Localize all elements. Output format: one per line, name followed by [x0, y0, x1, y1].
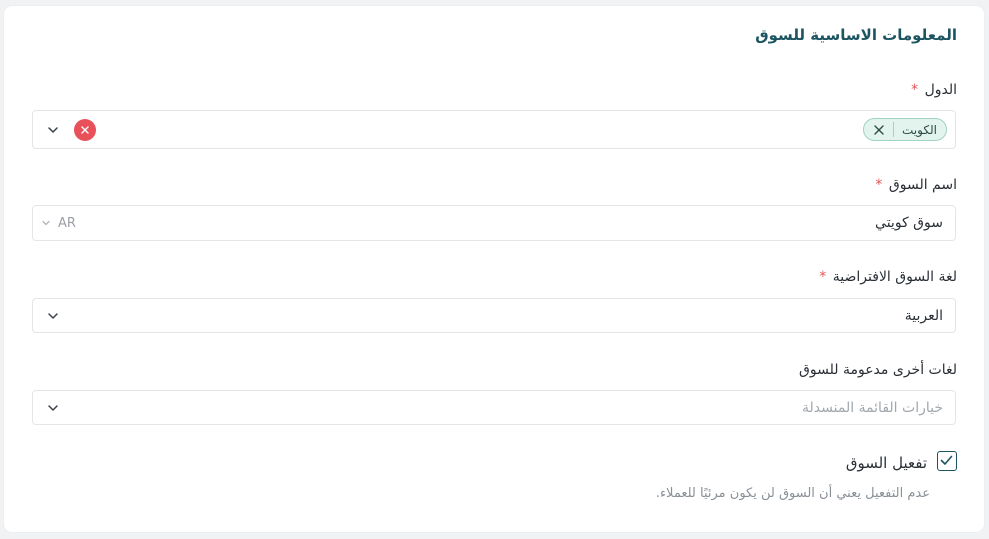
market-basic-info-card: المعلومات الاساسية للسوق الدول * الكويت … — [4, 6, 984, 532]
close-icon[interactable] — [873, 124, 885, 136]
language-code: AR — [58, 215, 76, 231]
market-name-value[interactable]: سوق كويتي — [875, 215, 943, 231]
activate-market-helper: عدم التفعيل يعني أن السوق لن يكون مرئيًا… — [655, 486, 930, 501]
countries-multiselect[interactable]: الكويت — [32, 110, 956, 149]
market-name-label-text: اسم السوق — [888, 177, 957, 193]
other-languages-label: لغات أخرى مدعومة للسوق — [799, 362, 957, 378]
chevron-down-icon[interactable] — [47, 310, 59, 322]
market-name-label: اسم السوق * — [875, 177, 957, 193]
market-name-input[interactable]: سوق كويتي AR — [32, 205, 956, 241]
check-icon — [940, 455, 953, 465]
required-mark: * — [875, 177, 883, 193]
chevron-down-icon[interactable] — [47, 124, 59, 136]
default-language-label: لغة السوق الافتراضية * — [819, 269, 957, 285]
default-language-select[interactable]: العربية — [32, 298, 956, 333]
default-language-label-text: لغة السوق الافتراضية — [832, 269, 957, 285]
countries-label: الدول * — [911, 82, 957, 98]
language-code-selector[interactable]: AR — [41, 206, 76, 240]
other-languages-select[interactable]: خيارات القائمة المنسدلة — [32, 390, 956, 425]
chevron-down-icon[interactable] — [47, 402, 59, 414]
activate-market-checkbox[interactable] — [937, 451, 957, 471]
tag-divider — [893, 122, 895, 137]
section-title: المعلومات الاساسية للسوق — [755, 26, 957, 44]
clear-selection-button[interactable] — [74, 119, 96, 141]
other-languages-placeholder: خيارات القائمة المنسدلة — [802, 399, 943, 416]
required-mark: * — [911, 82, 919, 98]
default-language-value: العربية — [904, 307, 943, 324]
country-tag-label: الكويت — [902, 122, 937, 137]
countries-label-text: الدول — [924, 82, 957, 98]
activate-market-label[interactable]: تفعيل السوق — [846, 454, 927, 472]
close-icon — [81, 126, 89, 134]
chevron-down-icon — [41, 218, 51, 228]
country-tag-kuwait: الكويت — [863, 118, 947, 141]
required-mark: * — [819, 269, 827, 285]
